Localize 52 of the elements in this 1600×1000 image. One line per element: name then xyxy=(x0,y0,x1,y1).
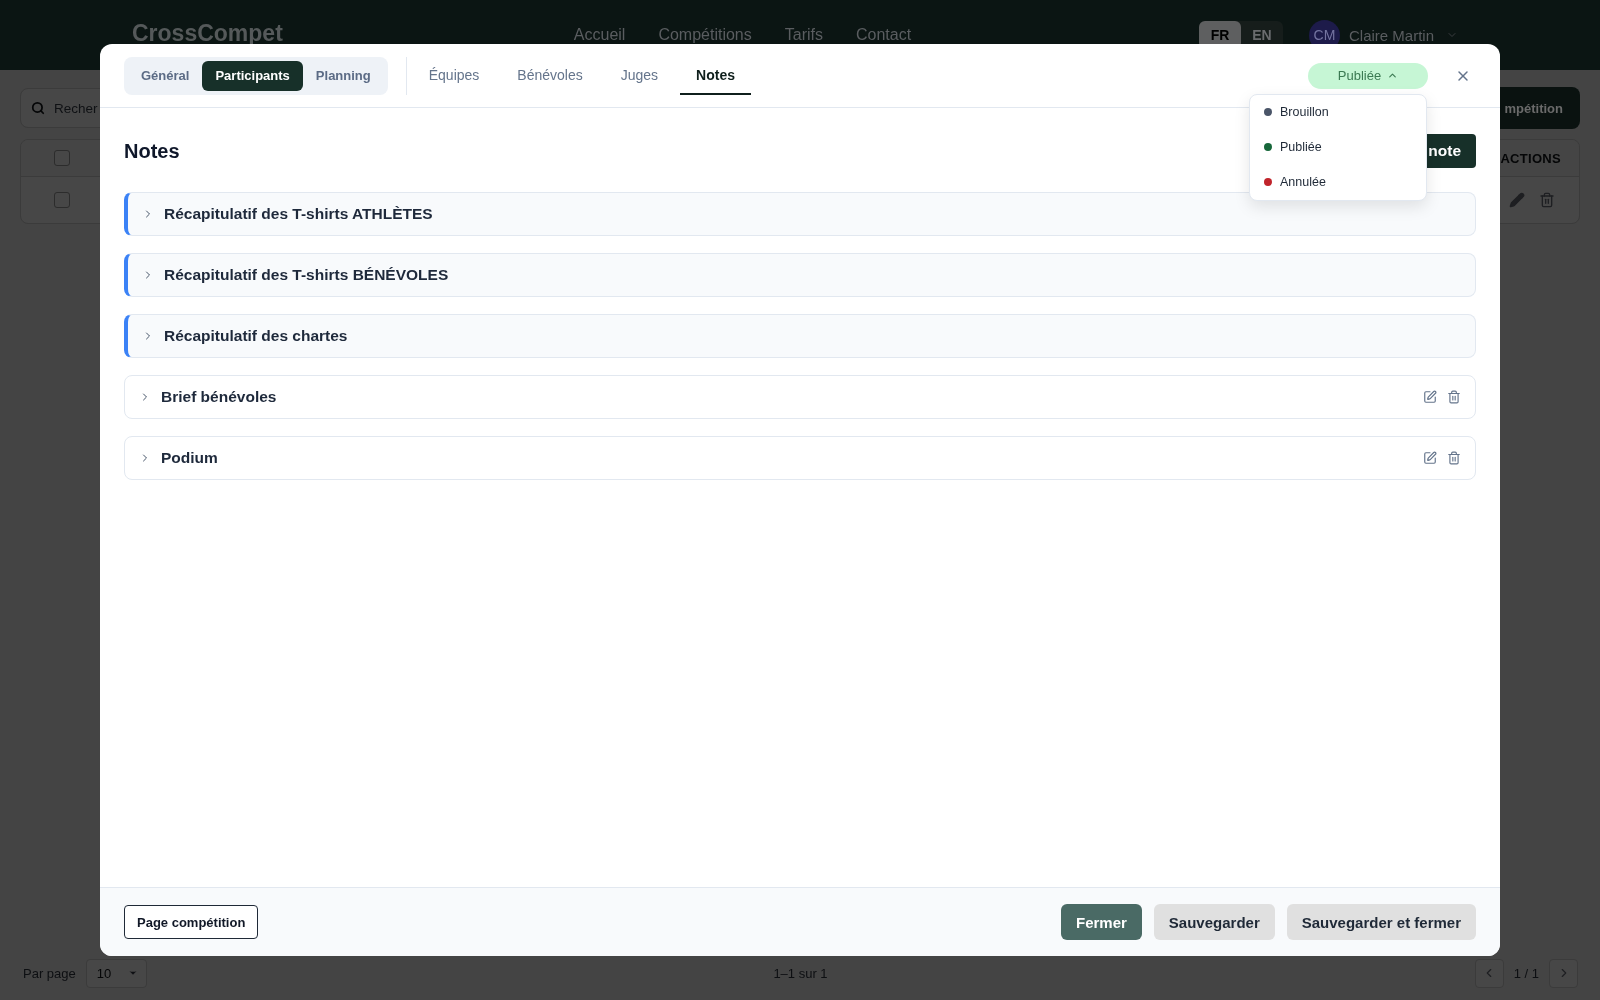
trash-icon xyxy=(1447,451,1461,465)
note-accordion[interactable]: Récapitulatif des T-shirts ATHLÈTES xyxy=(124,192,1476,236)
note-accordion[interactable]: Récapitulatif des chartes xyxy=(124,314,1476,358)
status-option[interactable]: Brouillon xyxy=(1250,94,1426,130)
save-button[interactable]: Sauvegarder et fermer xyxy=(1286,904,1476,940)
competition-page-button[interactable]: Page compétition xyxy=(124,905,259,939)
section-title: Notes xyxy=(124,139,180,163)
user-name[interactable]: Claire Martin xyxy=(1348,26,1434,44)
status-option-label: Publiée xyxy=(1280,140,1322,154)
nav-link[interactable]: Contact xyxy=(856,26,912,44)
tab[interactable]: Juges xyxy=(604,56,675,95)
note-title: Récapitulatif des T-shirts ATHLÈTES xyxy=(164,205,433,223)
nav-link[interactable]: Tarifs xyxy=(784,26,823,44)
edit-button[interactable] xyxy=(1423,451,1437,465)
select-all-checkbox[interactable] xyxy=(54,150,70,166)
language-button[interactable]: EN xyxy=(1240,21,1283,49)
delete-button[interactable] xyxy=(1447,390,1461,404)
edit-icon xyxy=(1423,451,1437,465)
tab[interactable]: Équipes xyxy=(412,56,496,95)
section-button[interactable]: Participants xyxy=(202,60,303,91)
previous-page-button[interactable] xyxy=(1474,958,1504,988)
column-header: ACTIONS xyxy=(1500,150,1561,166)
note-title: Podium xyxy=(161,449,218,467)
delete-button[interactable] xyxy=(1447,451,1461,465)
search-icon xyxy=(31,101,45,115)
status-dropdown[interactable]: Publiée xyxy=(1308,62,1428,89)
nav-link[interactable]: Compétitions xyxy=(658,26,752,44)
note-accordion[interactable]: Brief bénévoles xyxy=(124,375,1476,419)
status-option-label: Annulée xyxy=(1280,175,1326,189)
tab[interactable]: Bénévoles xyxy=(501,56,599,95)
trash-icon xyxy=(1447,390,1461,404)
note-title: Récapitulatif des chartes xyxy=(164,327,348,345)
row-checkbox[interactable] xyxy=(54,192,70,208)
status-option-label: Brouillon xyxy=(1280,105,1329,119)
next-page-button[interactable] xyxy=(1549,958,1578,988)
edit-button[interactable] xyxy=(1423,390,1437,404)
note-accordion[interactable]: Podium xyxy=(124,436,1476,480)
section-button[interactable]: Général xyxy=(128,60,203,91)
trash-icon[interactable] xyxy=(1539,192,1555,208)
note-title: Récapitulatif des T-shirts BÉNÉVOLES xyxy=(164,266,449,284)
caret-icon xyxy=(127,968,138,978)
page-indicator: 1 / 1 xyxy=(1513,965,1539,981)
edit-icon xyxy=(1423,390,1437,404)
nav-link[interactable]: Accueil xyxy=(573,26,626,44)
close-dialog-button[interactable]: Fermer xyxy=(1061,904,1142,940)
pencil-icon[interactable] xyxy=(1509,192,1525,208)
note-accordion[interactable]: Récapitulatif des T-shirts BÉNÉVOLES xyxy=(124,253,1476,297)
logo[interactable]: CrossCompet xyxy=(132,19,283,47)
tab[interactable]: Notes xyxy=(680,56,751,95)
save-button[interactable]: Sauvegarder xyxy=(1153,904,1275,940)
note-title: Brief bénévoles xyxy=(161,388,277,406)
section-button[interactable]: Planning xyxy=(302,60,384,91)
